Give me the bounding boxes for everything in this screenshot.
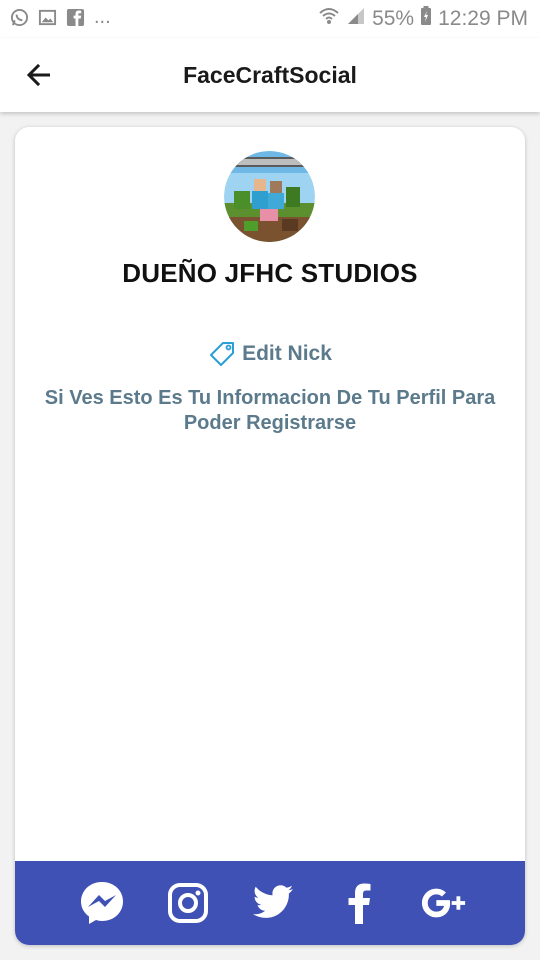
facebook-icon xyxy=(66,8,85,27)
clock: 12:29 PM xyxy=(438,6,528,30)
profile-name: DUEÑO JFHC STUDIOS xyxy=(122,258,418,288)
avatar-image xyxy=(224,151,315,242)
battery-percent: 55% xyxy=(372,6,415,30)
notification-icons: ... xyxy=(10,7,111,27)
wifi-icon xyxy=(318,6,340,31)
messenger-button[interactable] xyxy=(79,880,125,926)
facebook-share-button[interactable] xyxy=(336,880,382,926)
app-bar: FaceCraftSocial xyxy=(0,38,540,112)
facebook-icon xyxy=(348,883,370,924)
system-indicators: 55% 12:29 PM xyxy=(318,6,528,31)
avatar[interactable] xyxy=(224,151,315,242)
google-plus-icon xyxy=(421,888,466,918)
instagram-button[interactable] xyxy=(165,880,211,926)
app-title: FaceCraftSocial xyxy=(183,62,357,88)
profile-info: Si Ves Esto Es Tu Informacion De Tu Perf… xyxy=(44,387,496,434)
tag-icon xyxy=(210,342,235,366)
whatsapp-icon xyxy=(10,8,29,27)
twitter-icon xyxy=(253,885,293,918)
profile-card: DUEÑO JFHC STUDIOS Edit Nick Si Ves Esto… xyxy=(15,127,525,945)
battery-icon xyxy=(420,6,432,31)
instagram-icon xyxy=(167,883,208,923)
status-bar: ... 55% 12:29 PM xyxy=(0,0,540,38)
messenger-icon xyxy=(81,882,123,924)
edit-nick-label: Edit Nick xyxy=(242,342,332,365)
google-plus-button[interactable] xyxy=(421,880,467,926)
signal-icon xyxy=(346,6,366,31)
image-icon xyxy=(38,8,57,27)
social-bar xyxy=(15,861,525,945)
edit-nick-button[interactable]: Edit Nick xyxy=(15,340,525,368)
notification-overflow: ... xyxy=(94,6,111,28)
twitter-button[interactable] xyxy=(250,880,296,926)
